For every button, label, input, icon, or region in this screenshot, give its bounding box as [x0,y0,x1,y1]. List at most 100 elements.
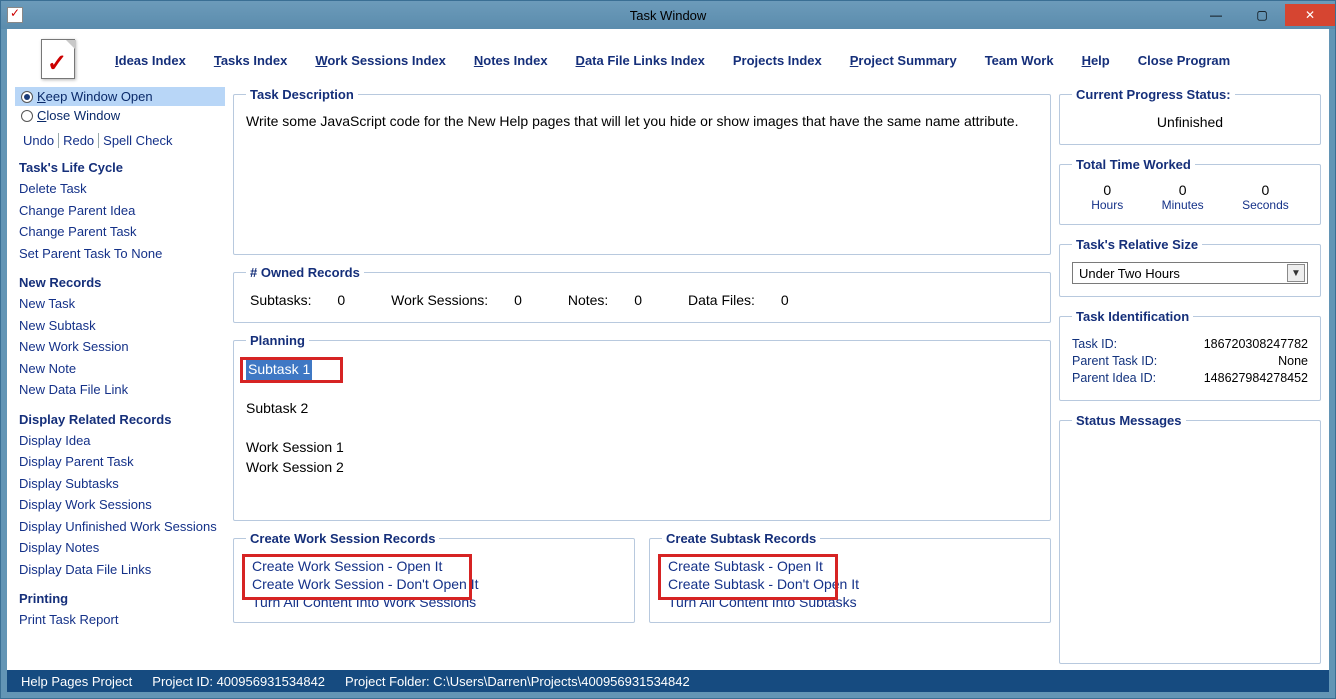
status-project-folder: Project Folder: C:\Users\Darren\Projects… [345,674,690,689]
planning-ws1: Work Session 1 [246,439,344,455]
link-print-task-report[interactable]: Print Task Report [19,610,225,630]
link-display-work-sessions[interactable]: Display Work Sessions [19,495,225,515]
link-change-parent-task[interactable]: Change Parent Task [19,222,225,242]
sidebar-head-new-records: New Records [19,275,225,290]
relative-size-legend: Task's Relative Size [1072,237,1202,252]
owned-subtasks-value: 0 [337,292,345,308]
link-set-parent-none[interactable]: Set Parent Task To None [19,244,225,264]
planning-group: Planning Subtask 1 Subtask 2 Work Sessio… [233,333,1051,521]
titlebar: Task Window — ▢ ✕ [1,1,1335,29]
highlight-create-st [658,554,838,600]
status-project-name: Help Pages Project [21,674,132,689]
nav-projects-index[interactable]: Projects Index [733,53,822,68]
planning-legend: Planning [246,333,309,348]
progress-legend: Current Progress Status: [1072,87,1235,102]
minimize-button[interactable]: — [1193,4,1239,26]
link-display-subtasks[interactable]: Display Subtasks [19,474,225,494]
hours-value: 0 [1091,182,1123,198]
relative-size-group: Task's Relative Size Under Two Hours ▼ [1059,237,1321,297]
chevron-down-icon: ▼ [1287,264,1305,282]
relative-size-select[interactable]: Under Two Hours ▼ [1072,262,1308,284]
link-new-note[interactable]: New Note [19,359,225,379]
task-ident-legend: Task Identification [1072,309,1193,324]
task-id-value: 186720308247782 [1204,337,1308,351]
link-change-parent-idea[interactable]: Change Parent Idea [19,201,225,221]
hours-label: Hours [1091,198,1123,212]
nav-notes-index[interactable]: Notes Index [474,53,548,68]
link-new-data-file-link[interactable]: New Data File Link [19,380,225,400]
close-button[interactable]: ✕ [1285,4,1335,26]
status-messages-group: Status Messages [1059,413,1321,664]
link-display-parent-task[interactable]: Display Parent Task [19,452,225,472]
owned-ws-value: 0 [514,292,522,308]
minutes-label: Minutes [1162,198,1204,212]
total-time-group: Total Time Worked 0Hours 0Minutes 0Secon… [1059,157,1321,225]
link-new-subtask[interactable]: New Subtask [19,316,225,336]
relative-size-value: Under Two Hours [1079,266,1180,281]
status-messages-legend: Status Messages [1072,413,1186,428]
nav-work-sessions-index[interactable]: Work Sessions Index [315,53,446,68]
seconds-value: 0 [1242,182,1289,198]
link-new-task[interactable]: New Task [19,294,225,314]
create-subtask-group: Create Subtask Records Create Subtask - … [649,531,1051,623]
nav-ideas-index[interactable]: Ideas Index [115,53,186,68]
create-work-session-group: Create Work Session Records Create Work … [233,531,635,623]
sidebar: Keep Window Open Close Window Undo Redo … [15,87,225,664]
progress-value: Unfinished [1072,112,1308,132]
owned-records-group: # Owned Records Subtasks: 0 Work Session… [233,265,1051,323]
parent-idea-id-value: 148627984278452 [1204,371,1308,385]
planning-ws2: Work Session 2 [246,459,344,475]
minutes-value: 0 [1162,182,1204,198]
task-description-legend: Task Description [246,87,358,102]
parent-idea-id-label: Parent Idea ID: [1072,371,1156,385]
link-new-work-session[interactable]: New Work Session [19,337,225,357]
undo-link[interactable]: Undo [19,133,59,148]
owned-ws-label: Work Sessions: [391,292,488,308]
sidebar-head-lifecycle: Task's Life Cycle [19,160,225,175]
seconds-label: Seconds [1242,198,1289,212]
window-title: Task Window [630,8,707,23]
nav-project-summary[interactable]: Project Summary [850,53,957,68]
link-display-unfinished-ws[interactable]: Display Unfinished Work Sessions [19,517,225,537]
parent-task-id-value: None [1278,354,1308,368]
right-column: Current Progress Status: Unfinished Tota… [1059,87,1321,664]
owned-df-value: 0 [781,292,789,308]
owned-records-legend: # Owned Records [246,265,364,280]
parent-task-id-label: Parent Task ID: [1072,354,1157,368]
statusbar: Help Pages Project Project ID: 400956931… [7,670,1329,692]
spell-check-link[interactable]: Spell Check [99,133,176,148]
planning-subtask2: Subtask 2 [246,400,308,416]
nav-tasks-index[interactable]: Tasks Index [214,53,287,68]
status-project-id: Project ID: 400956931534842 [152,674,325,689]
link-display-data-file-links[interactable]: Display Data File Links [19,560,225,580]
nav-data-file-links-index[interactable]: Data File Links Index [576,53,705,68]
redo-link[interactable]: Redo [59,133,99,148]
maximize-button[interactable]: ▢ [1239,4,1285,26]
planning-text[interactable]: Subtask 1 Subtask 2 Work Session 1 Work … [246,358,1038,508]
sidebar-head-printing: Printing [19,591,225,606]
nav-help[interactable]: Help [1082,53,1110,68]
progress-status-group: Current Progress Status: Unfinished [1059,87,1321,145]
create-st-legend: Create Subtask Records [662,531,820,546]
app-icon: ✓ [41,39,81,81]
radio-close-window[interactable]: Close Window [15,106,225,125]
link-display-idea[interactable]: Display Idea [19,431,225,451]
nav-team-work[interactable]: Team Work [985,53,1054,68]
task-description-text[interactable]: Write some JavaScript code for the New H… [246,112,1038,131]
sidebar-head-display: Display Related Records [19,412,225,427]
radio-keep-window-open[interactable]: Keep Window Open [15,87,225,106]
owned-notes-value: 0 [634,292,642,308]
owned-notes-label: Notes: [568,292,608,308]
total-time-legend: Total Time Worked [1072,157,1195,172]
link-display-notes[interactable]: Display Notes [19,538,225,558]
app-icon-small [7,7,23,23]
top-nav: ✓ Ideas Index Tasks Index Work Sessions … [7,29,1329,83]
highlight-create-ws [242,554,472,600]
task-description-group: Task Description Write some JavaScript c… [233,87,1051,255]
task-identification-group: Task Identification Task ID: 186720308247… [1059,309,1321,401]
owned-df-label: Data Files: [688,292,755,308]
task-id-label: Task ID: [1072,337,1117,351]
link-delete-task[interactable]: Delete Task [19,179,225,199]
client-area: ✓ Ideas Index Tasks Index Work Sessions … [7,29,1329,692]
nav-close-program[interactable]: Close Program [1138,53,1230,68]
